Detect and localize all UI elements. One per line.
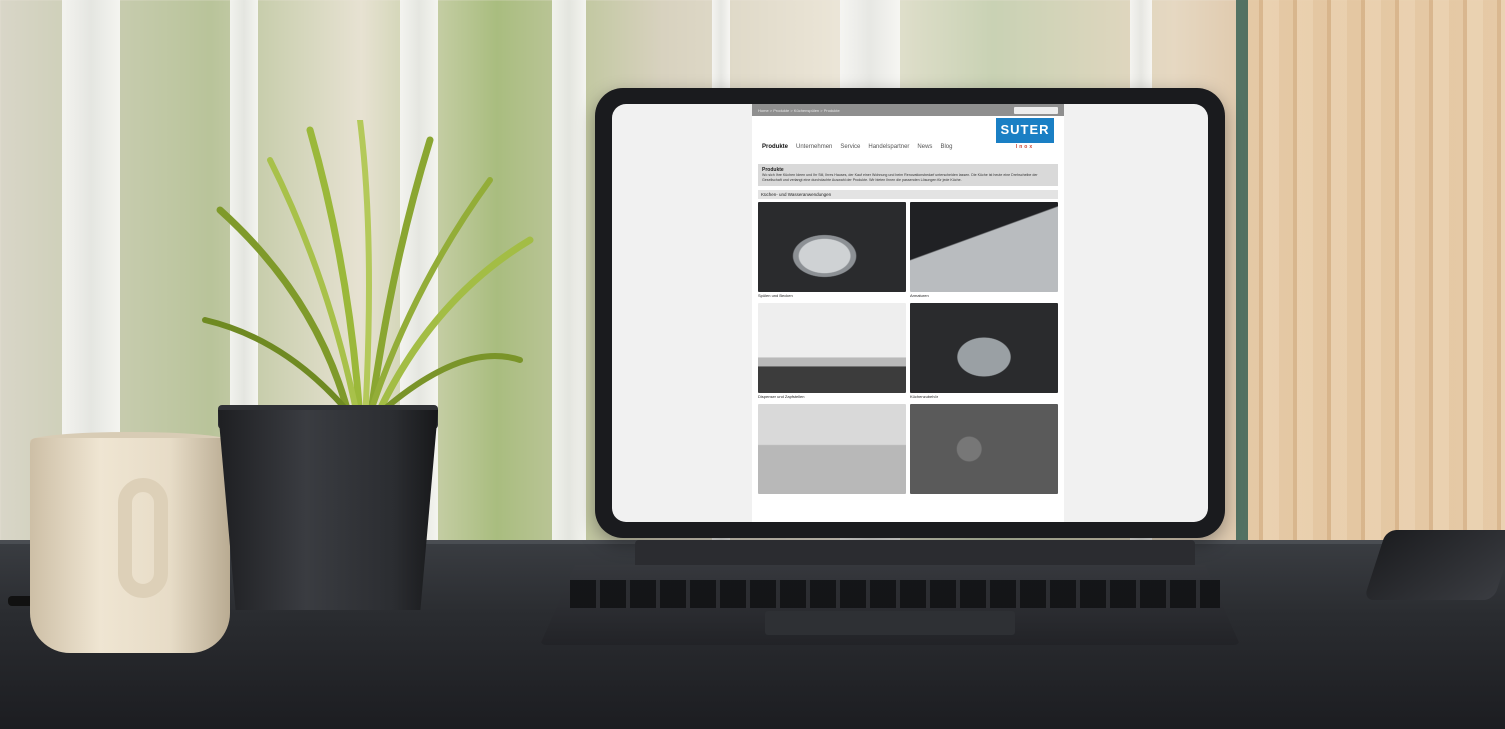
product-tile[interactable]	[758, 404, 906, 494]
faucet-photo	[910, 202, 1058, 292]
nav-item-handelspartner[interactable]: Handelspartner	[868, 144, 909, 150]
tile-caption: Armaturen	[910, 293, 929, 298]
window-frame	[1236, 0, 1248, 560]
section-title: Küchen- und Wasseranwendungen	[758, 190, 1058, 199]
countertop-photo	[758, 404, 906, 494]
intro-text: Wo sich Ihre Küchen Ideen und Ihr Stil, …	[762, 173, 1038, 182]
logo-tagline: Inox	[996, 143, 1054, 152]
top-bar: Home > Produkte > Küchenspülen > Produkt…	[752, 104, 1064, 116]
mug-handle	[118, 478, 168, 598]
curtain	[1245, 0, 1505, 560]
accessory-photo	[910, 404, 1058, 494]
tile-caption: Küchenzubehör	[910, 394, 939, 399]
smartphone	[1363, 530, 1505, 600]
sink-photo	[758, 202, 906, 292]
tap-photo	[758, 303, 906, 393]
nav-item-service[interactable]: Service	[840, 144, 860, 150]
nav-item-unternehmen[interactable]: Unternehmen	[796, 144, 832, 150]
search-input[interactable]	[1014, 106, 1058, 114]
product-tile[interactable]	[910, 404, 1058, 494]
keyboard-keys	[570, 580, 1220, 608]
nav-item-news[interactable]: News	[917, 144, 932, 150]
product-tile[interactable]: Küchenzubehör	[910, 303, 1058, 401]
intro-box: Produkte Wo sich Ihre Küchen Ideen und I…	[758, 164, 1058, 186]
nav-item-blog[interactable]: Blog	[940, 144, 952, 150]
product-tile[interactable]: Spülen und Becken	[758, 202, 906, 300]
tile-caption: Dispenser und Zapfstellen	[758, 394, 805, 399]
main-nav: Produkte Unternehmen Service Handelspart…	[762, 144, 952, 150]
product-tile[interactable]: Dispenser und Zapfstellen	[758, 303, 906, 401]
breadcrumb[interactable]: Home > Produkte > Küchenspülen > Produkt…	[758, 108, 840, 113]
product-tile[interactable]: Armaturen	[910, 202, 1058, 300]
tile-caption: Spülen und Becken	[758, 293, 793, 298]
photo-scene: Home > Produkte > Küchenspülen > Produkt…	[0, 0, 1505, 729]
suter-logo[interactable]: SUTER Inox	[996, 118, 1054, 152]
plant-leaves	[202, 120, 534, 420]
site-header: Produkte Unternehmen Service Handelspart…	[752, 116, 1064, 158]
plant-pot	[218, 410, 438, 610]
nav-item-produkte[interactable]: Produkte	[762, 144, 788, 150]
website: Home > Produkte > Küchenspülen > Produkt…	[752, 104, 1064, 522]
accessory-photo	[910, 303, 1058, 393]
trackpad	[765, 611, 1015, 635]
tablet-screen: Home > Produkte > Küchenspülen > Produkt…	[612, 104, 1208, 522]
product-grid: Spülen und Becken Armaturen Dispenser un…	[758, 202, 1058, 494]
logo-name: SUTER	[1000, 122, 1050, 137]
window-blind	[552, 0, 586, 560]
